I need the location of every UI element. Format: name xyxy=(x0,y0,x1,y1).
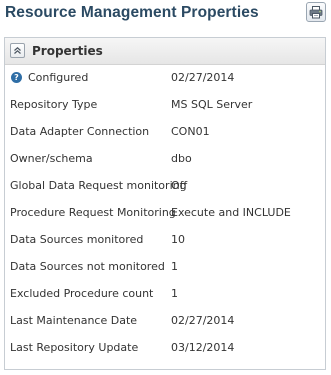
property-label: Last Maintenance Date xyxy=(10,314,138,327)
property-row-data-sources-monitored: Data Sources monitored 10 xyxy=(5,230,325,250)
property-row-last-repository-update: Last Repository Update 03/12/2014 xyxy=(5,338,325,358)
print-button[interactable] xyxy=(306,2,326,22)
property-row-data-adapter-connection: Data Adapter Connection CON01 xyxy=(5,122,325,142)
page-title: Resource Management Properties xyxy=(5,4,259,21)
property-value: dbo xyxy=(171,152,192,165)
property-label: Data Adapter Connection xyxy=(10,125,150,138)
property-row-procedure-request-monitoring: Procedure Request Monitoring Execute and… xyxy=(5,203,325,223)
chevron-up-icon xyxy=(13,46,22,55)
property-value: Off xyxy=(171,179,188,192)
property-row-owner-schema: Owner/schema dbo xyxy=(5,149,325,169)
property-value: 1 xyxy=(171,260,178,273)
property-label: Repository Type xyxy=(10,98,98,111)
page-header: Resource Management Properties xyxy=(0,0,331,34)
property-label: Procedure Request Monitoring xyxy=(10,206,176,219)
property-label: Data Sources not monitored xyxy=(10,260,165,273)
property-value: 02/27/2014 xyxy=(171,314,235,327)
property-label: Last Repository Update xyxy=(10,341,139,354)
property-label: ? Configured xyxy=(10,68,88,88)
property-label-text: Configured xyxy=(28,71,89,84)
property-value: CON01 xyxy=(171,125,210,138)
property-value: 02/27/2014 xyxy=(171,71,235,84)
property-row-repository-type: Repository Type MS SQL Server xyxy=(5,95,325,115)
property-value: MS SQL Server xyxy=(171,98,253,111)
property-row-last-maintenance-date: Last Maintenance Date 02/27/2014 xyxy=(5,311,325,331)
property-value: Execute and INCLUDE xyxy=(171,206,291,219)
panel-header: Properties xyxy=(5,38,325,65)
property-label: Global Data Request monitoring xyxy=(10,179,187,192)
property-row-configured: ? Configured 02/27/2014 xyxy=(5,68,325,88)
help-icon[interactable]: ? xyxy=(11,71,22,83)
property-label: Owner/schema xyxy=(10,152,93,165)
properties-panel: Properties ? Configured 02/27/2014 Reposi… xyxy=(4,37,326,370)
printer-icon xyxy=(309,5,323,19)
collapse-button[interactable] xyxy=(10,43,25,58)
property-value: 1 xyxy=(171,287,178,300)
panel-title: Properties xyxy=(32,44,103,58)
property-label: Excluded Procedure count xyxy=(10,287,154,300)
property-label: Data Sources monitored xyxy=(10,233,144,246)
property-row-data-sources-not-monitored: Data Sources not monitored 1 xyxy=(5,257,325,277)
property-value: 10 xyxy=(171,233,185,246)
property-value: 03/12/2014 xyxy=(171,341,235,354)
property-row-global-data-request-monitoring: Global Data Request monitoring Off xyxy=(5,176,325,196)
property-row-excluded-procedure-count: Excluded Procedure count 1 xyxy=(5,284,325,304)
